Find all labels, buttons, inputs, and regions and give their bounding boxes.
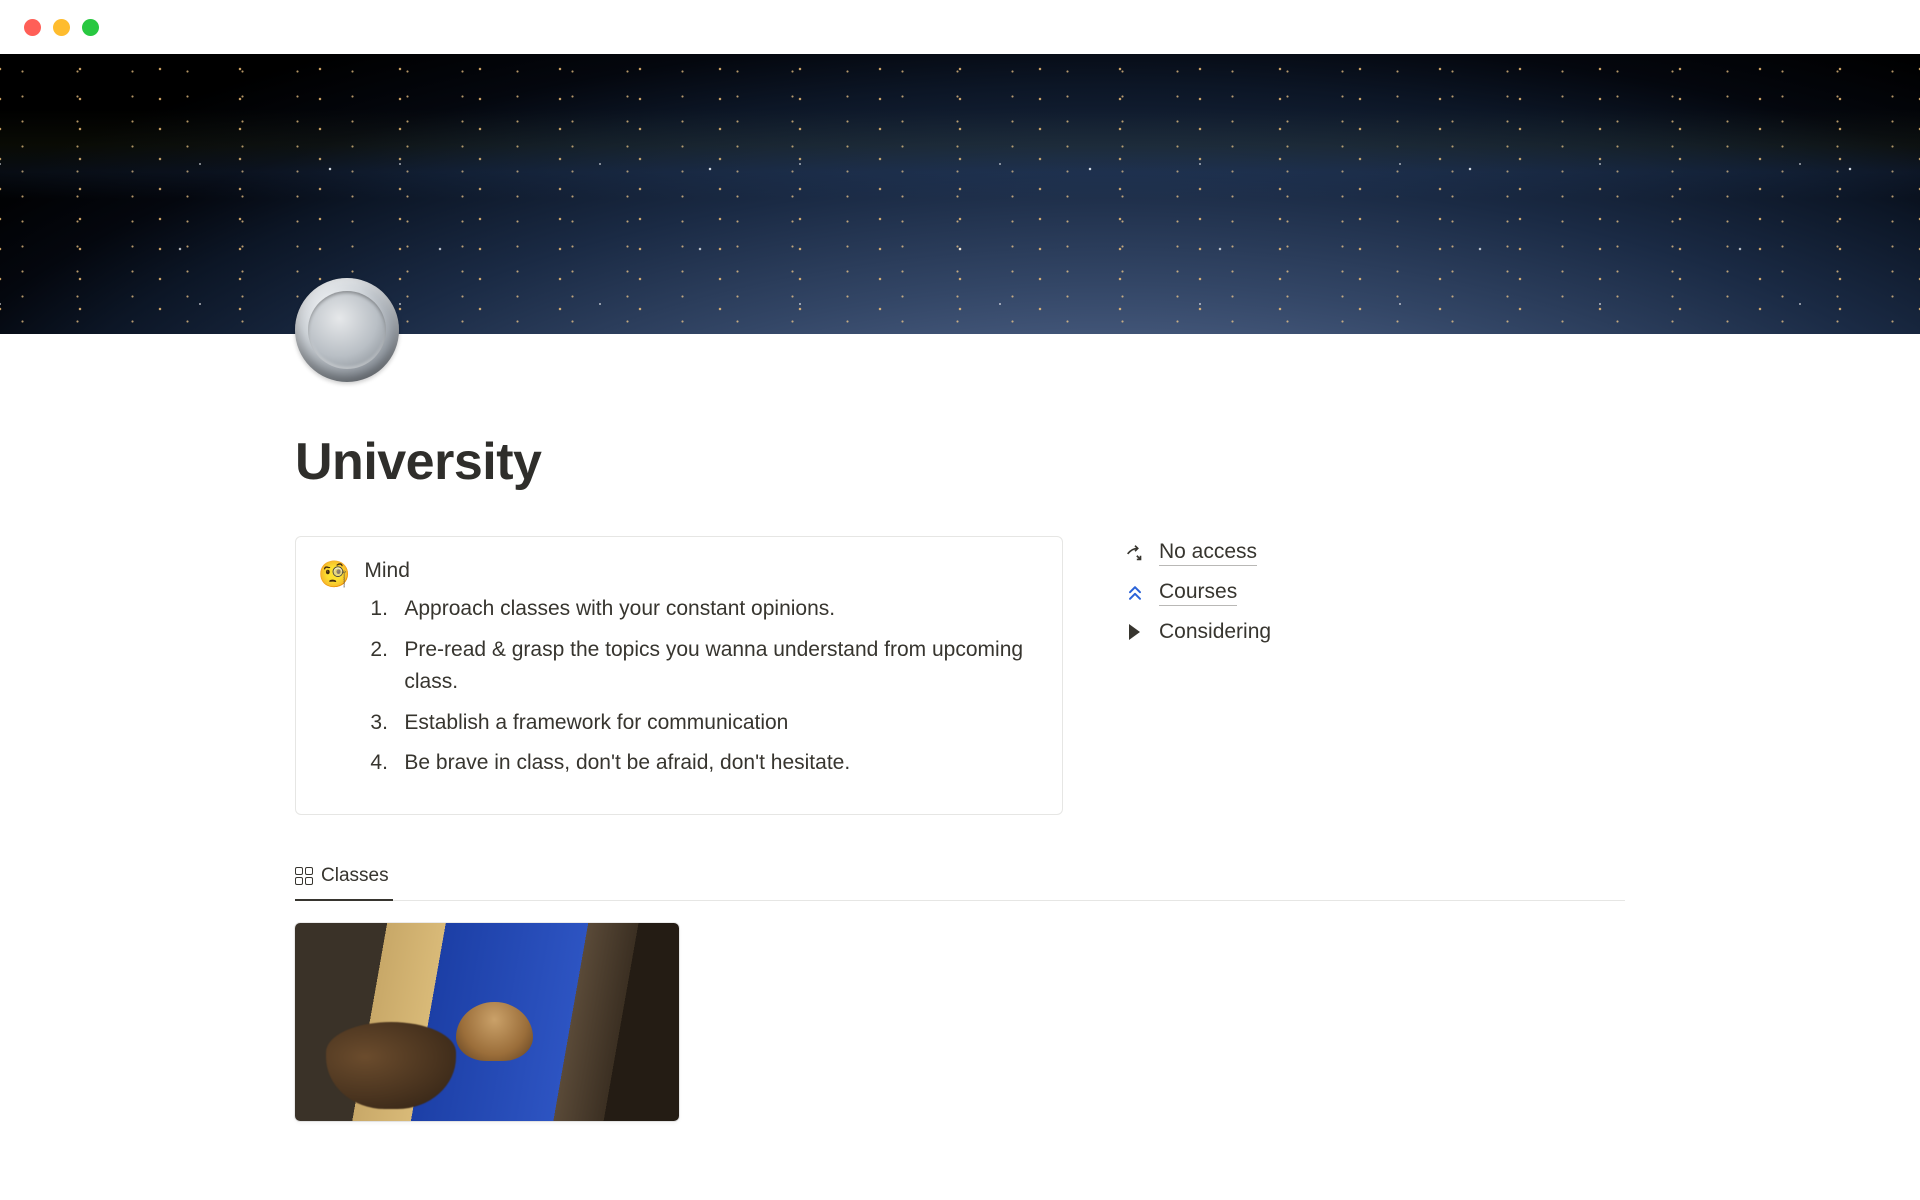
link-no-access[interactable]: No access	[1123, 540, 1625, 566]
toggle-label: Considering	[1159, 620, 1271, 644]
list-item[interactable]: Establish a framework for communication	[364, 707, 1036, 740]
page-title[interactable]: University	[295, 334, 1625, 492]
list-item[interactable]: Approach classes with your constant opin…	[364, 593, 1036, 626]
callout-emoji-icon: 🧐	[318, 561, 350, 788]
toggle-considering[interactable]: Considering	[1123, 620, 1625, 644]
callout-list: Approach classes with your constant opin…	[364, 593, 1036, 780]
board-view-icon	[295, 867, 313, 885]
link-label: No access	[1159, 540, 1257, 566]
tab-classes[interactable]: Classes	[295, 855, 393, 901]
link-courses[interactable]: Courses	[1123, 580, 1625, 606]
page-icon[interactable]	[295, 278, 399, 382]
list-item[interactable]: Pre-read & grasp the topics you wanna un…	[364, 634, 1036, 699]
toggle-triangle-icon	[1123, 624, 1147, 640]
tab-label: Classes	[321, 865, 389, 887]
database-view-tabs: Classes	[295, 855, 1625, 901]
window-minimize-button[interactable]	[53, 19, 70, 36]
side-links: No access Courses Considering	[1123, 540, 1625, 644]
list-item[interactable]: Be brave in class, don't be afraid, don'…	[364, 747, 1036, 780]
gallery-card[interactable]	[295, 923, 679, 1121]
callout-heading[interactable]: Mind	[364, 559, 1036, 583]
mind-callout[interactable]: 🧐 Mind Approach classes with your consta…	[295, 536, 1063, 815]
link-label: Courses	[1159, 580, 1237, 606]
share-arrow-icon	[1123, 542, 1147, 564]
window-titlebar	[0, 0, 1920, 54]
double-chevron-up-icon	[1123, 583, 1147, 603]
window-close-button[interactable]	[24, 19, 41, 36]
window-fullscreen-button[interactable]	[82, 19, 99, 36]
page-cover[interactable]	[0, 54, 1920, 334]
gallery-grid	[295, 923, 1625, 1121]
content-columns: 🧐 Mind Approach classes with your consta…	[295, 536, 1625, 815]
